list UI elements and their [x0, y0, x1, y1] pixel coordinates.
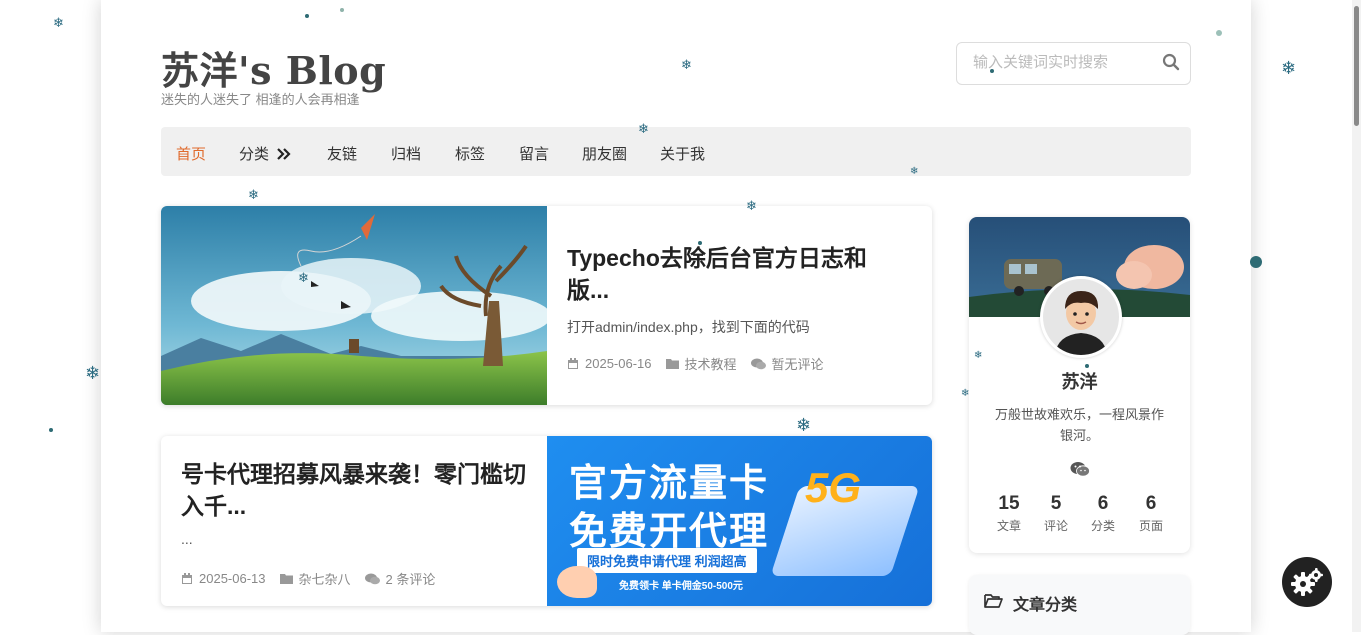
snow-dot [698, 241, 702, 245]
post-category[interactable]: 技术教程 [685, 354, 737, 373]
stat-number: 5 [1050, 493, 1062, 514]
post-comments[interactable]: 2 条评论 [386, 569, 436, 588]
snow-dot [49, 428, 53, 432]
snowflake-icon: ❄ [974, 350, 983, 361]
snow-dot [990, 69, 994, 73]
category-widget-heading: 文章分类 [1013, 597, 1078, 614]
search-input[interactable] [971, 53, 1155, 72]
banner-line-2: 免费开代理 [569, 511, 770, 553]
comments-icon [364, 573, 380, 584]
hand-illustration [557, 566, 597, 598]
post-category[interactable]: 杂七杂八 [299, 569, 351, 588]
stat-number: 6 [1097, 493, 1109, 514]
snowflake-icon: ❄ [1281, 58, 1297, 78]
double-chevron-right-icon [277, 148, 291, 160]
banner-line-1: 官方流量卡 [569, 463, 770, 505]
banner-5g-badge: 5G [805, 464, 862, 511]
nav-item-categories[interactable]: 分类 [239, 143, 291, 164]
snowflake-icon: ❄ [910, 166, 919, 177]
scrollbar-thumb[interactable] [1354, 6, 1359, 126]
nav-item-tags[interactable]: 标签 [455, 143, 485, 164]
folder-icon [665, 359, 679, 369]
snow-dot [1250, 256, 1262, 268]
wechat-icon[interactable] [1070, 461, 1090, 477]
post-title[interactable]: 号卡代理招募风暴来袭！零门槛切入千... [181, 458, 536, 522]
stat-posts[interactable]: 15 文章 [984, 493, 1034, 534]
nav-item-about[interactable]: 关于我 [660, 143, 705, 164]
post-date: 2025-06-13 [199, 571, 266, 586]
stat-number: 15 [998, 493, 1020, 514]
snowflake-icon: ❄ [248, 187, 259, 202]
page-scrollbar[interactable] [1352, 0, 1361, 632]
folder-icon [279, 574, 293, 584]
site-subtitle: 迷失的人迷失了 相逢的人会再相逢 [161, 92, 360, 107]
folder-open-icon [984, 594, 1003, 608]
avatar[interactable] [1040, 276, 1122, 358]
banner-note: 免费领卡 单卡佣金50-500元 [619, 581, 743, 592]
stat-label: 文章 [996, 519, 1021, 533]
snowflake-icon: ❄ [796, 415, 812, 435]
nav-item-guestbook[interactable]: 留言 [519, 143, 549, 164]
settings-button[interactable] [1282, 557, 1332, 607]
post-card[interactable]: 号卡代理招募风暴来袭！零门槛切入千... ... 2025-06-13 杂七杂八… [161, 436, 932, 606]
profile-motto: 万般世故难欢乐，一程风景作银河。 [994, 407, 1164, 443]
snow-dot [305, 14, 309, 18]
snowflake-icon: ❄ [53, 15, 64, 30]
profile-card: 苏洋 万般世故难欢乐，一程风景作银河。 15 文章 5 评论 6 分类 6 页面 [969, 217, 1190, 553]
stat-number: 6 [1145, 493, 1157, 514]
post-banner[interactable]: 官方流量卡 免费开代理 限时免费申请代理 利润超高 免费领卡 单卡佣金50-50… [547, 436, 932, 606]
snowflake-icon: ❄ [638, 121, 649, 136]
snowflake-icon: ❄ [746, 198, 757, 213]
nav-item-archive[interactable]: 归档 [391, 143, 421, 164]
main-nav: 首页 分类 友链 归档 标签 留言 朋友圈 关于我 [161, 127, 1191, 176]
snow-dot [1085, 364, 1089, 368]
nav-item-home[interactable]: 首页 [176, 143, 206, 164]
nav-item-label: 分类 [239, 146, 270, 163]
gears-icon [1291, 568, 1323, 596]
nav-item-links[interactable]: 友链 [327, 143, 357, 164]
post-excerpt: 打开admin/index.php，找到下面的代码 [567, 319, 810, 335]
nav-item-friends-circle[interactable]: 朋友圈 [582, 143, 627, 164]
post-excerpt: ... [181, 531, 193, 547]
profile-name: 苏洋 [1061, 372, 1098, 392]
stat-label: 评论 [1043, 519, 1068, 533]
site-title[interactable]: 苏洋's Blog [161, 40, 386, 95]
snowflake-icon: ❄ [85, 363, 101, 383]
post-comments[interactable]: 暂无评论 [772, 354, 824, 373]
calendar-icon [182, 572, 192, 584]
stat-comments[interactable]: 5 评论 [1031, 493, 1081, 534]
search-icon[interactable] [1162, 53, 1180, 76]
stat-pages[interactable]: 6 页面 [1126, 493, 1176, 534]
calendar-icon [568, 357, 578, 369]
stat-categories[interactable]: 6 分类 [1078, 493, 1128, 534]
search-box [956, 42, 1191, 85]
stat-label: 分类 [1090, 519, 1115, 533]
post-meta: 2025-06-13 杂七杂八 2 条评论 [181, 569, 449, 588]
post-date: 2025-06-16 [585, 356, 652, 371]
snowflake-icon: ❄ [961, 388, 970, 399]
snowflake-icon: ❄ [681, 57, 692, 72]
snow-dot [1216, 30, 1222, 36]
post-meta: 2025-06-16 技术教程 暂无评论 [567, 354, 838, 373]
page-container: 苏洋's Blog 迷失的人迷失了 相逢的人会再相逢 首页 分类 友链 归档 标… [101, 0, 1251, 635]
stat-label: 页面 [1138, 519, 1163, 533]
comments-icon [750, 358, 766, 369]
banner-tag: 限时免费申请代理 利润超高 [577, 548, 757, 573]
category-widget: 文章分类 [969, 575, 1190, 635]
snowflake-icon: ❄ [298, 270, 309, 285]
post-thumbnail[interactable] [161, 206, 547, 405]
snow-dot [340, 8, 344, 12]
post-title[interactable]: Typecho去除后台官方日志和版... [567, 242, 897, 306]
post-card[interactable]: Typecho去除后台官方日志和版... 打开admin/index.php，找… [161, 206, 932, 405]
